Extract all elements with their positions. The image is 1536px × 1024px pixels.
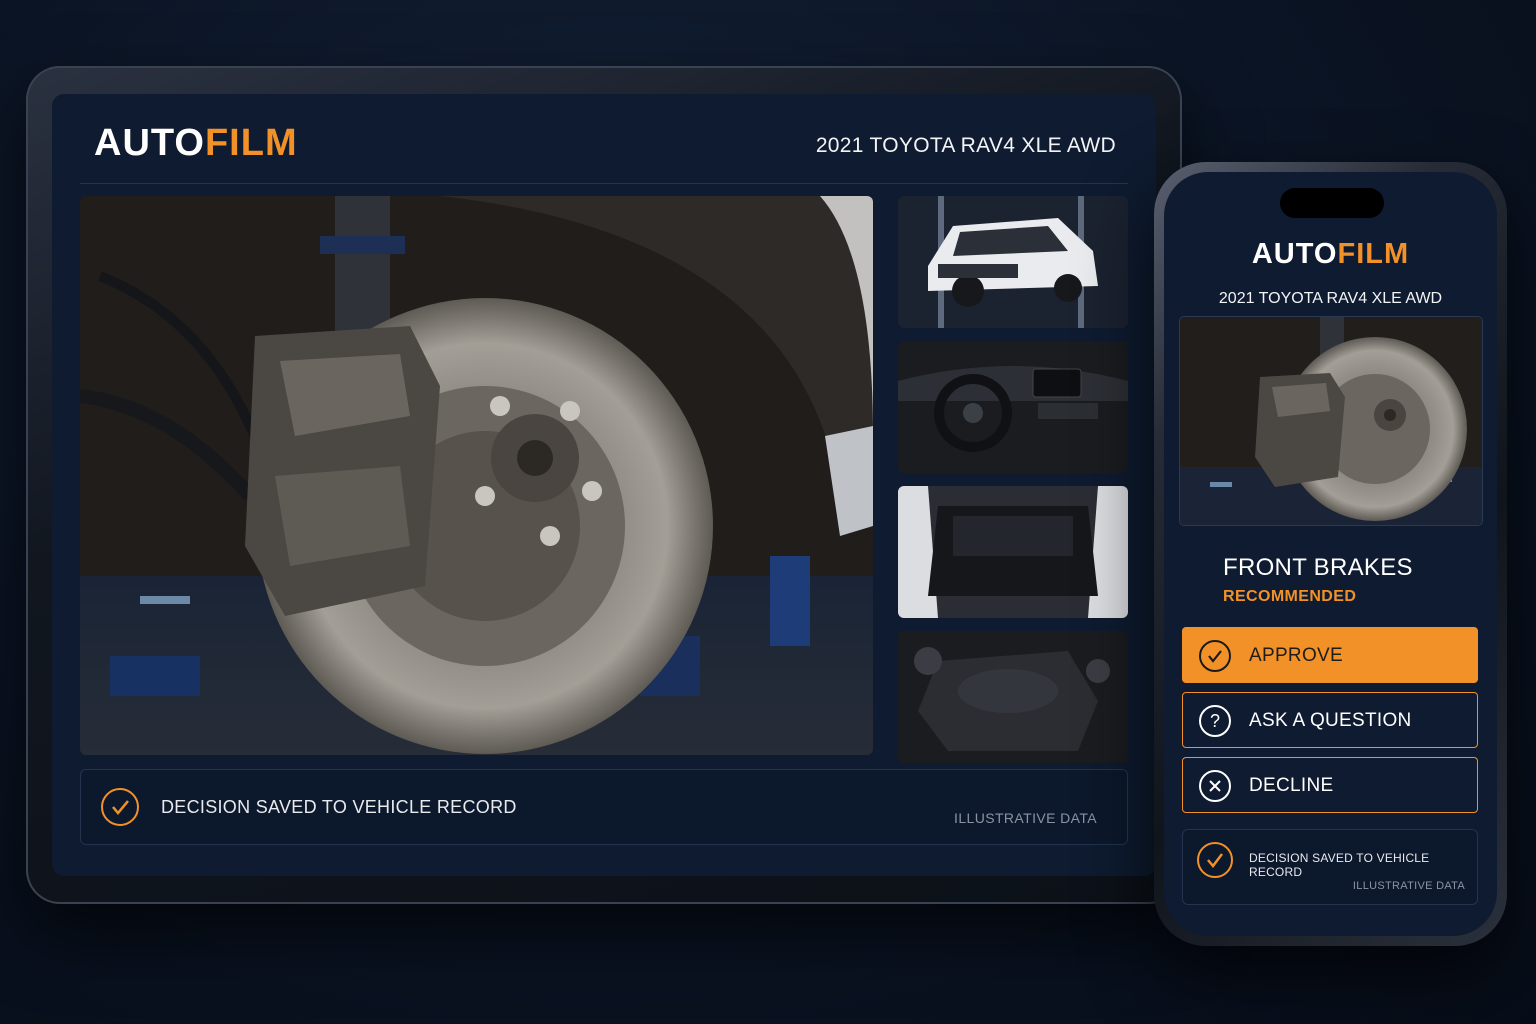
question-icon: ? <box>1199 705 1231 737</box>
phone-brake-photo[interactable] <box>1179 316 1483 526</box>
autofilm-logo: AUTOFILM <box>94 122 298 164</box>
decision-status-bar: DECISION SAVED TO VEHICLE RECORD ILLUSTR… <box>80 769 1128 845</box>
ask-question-button-label: ASK A QUESTION <box>1249 710 1412 731</box>
illustrative-data-note: ILLUSTRATIVE DATA <box>1352 880 1465 892</box>
illustrative-data-note: ILLUSTRATIVE DATA <box>954 810 1097 826</box>
main-brake-photo[interactable] <box>80 196 873 755</box>
vehicle-title: 2021 TOYOTA RAV4 XLE AWD <box>815 134 1116 157</box>
phone-notch <box>1280 188 1384 218</box>
thumbnail-engine[interactable] <box>898 631 1128 763</box>
thumbnail-cargo[interactable] <box>898 486 1128 618</box>
thumbnail-strip <box>898 196 1128 776</box>
tablet-device: AUTOFILM 2021 TOYOTA RAV4 XLE AWD DECISI… <box>26 66 1182 904</box>
decline-button[interactable]: DECLINE <box>1182 757 1478 813</box>
tablet-header: AUTOFILM 2021 TOYOTA RAV4 XLE AWD <box>52 94 1156 184</box>
check-icon <box>101 788 139 826</box>
check-icon <box>1197 842 1233 878</box>
x-icon <box>1199 770 1231 802</box>
header-divider <box>80 183 1128 184</box>
vehicle-title: 2021 TOYOTA RAV4 XLE AWD <box>1218 290 1443 307</box>
thumbnail-interior[interactable] <box>898 341 1128 473</box>
service-recommendation: RECOMMENDED <box>1223 588 1357 605</box>
approve-button-label: APPROVE <box>1249 645 1343 666</box>
check-icon <box>1199 640 1231 672</box>
decision-status-text: DECISION SAVED TO VEHICLE RECORD <box>1249 851 1430 879</box>
decision-status-bar: DECISION SAVED TO VEHICLE RECORD ILLUSTR… <box>1182 829 1478 905</box>
approve-button[interactable]: APPROVE <box>1182 627 1478 683</box>
decline-button-label: DECLINE <box>1249 775 1334 796</box>
autofilm-logo: AUTOFILM <box>1251 238 1410 270</box>
decision-status-text: DECISION SAVED TO VEHICLE RECORD <box>161 797 517 817</box>
ask-question-button[interactable]: ? ASK A QUESTION <box>1182 692 1478 748</box>
service-name: FRONT BRAKES <box>1223 554 1413 581</box>
phone-device: AUTOFILM 2021 TOYOTA RAV4 XLE AWD FRONT … <box>1154 162 1507 946</box>
tablet-screen: AUTOFILM 2021 TOYOTA RAV4 XLE AWD DECISI… <box>52 94 1156 876</box>
thumbnail-exterior[interactable] <box>898 196 1128 328</box>
phone-screen: AUTOFILM 2021 TOYOTA RAV4 XLE AWD FRONT … <box>1164 172 1497 936</box>
